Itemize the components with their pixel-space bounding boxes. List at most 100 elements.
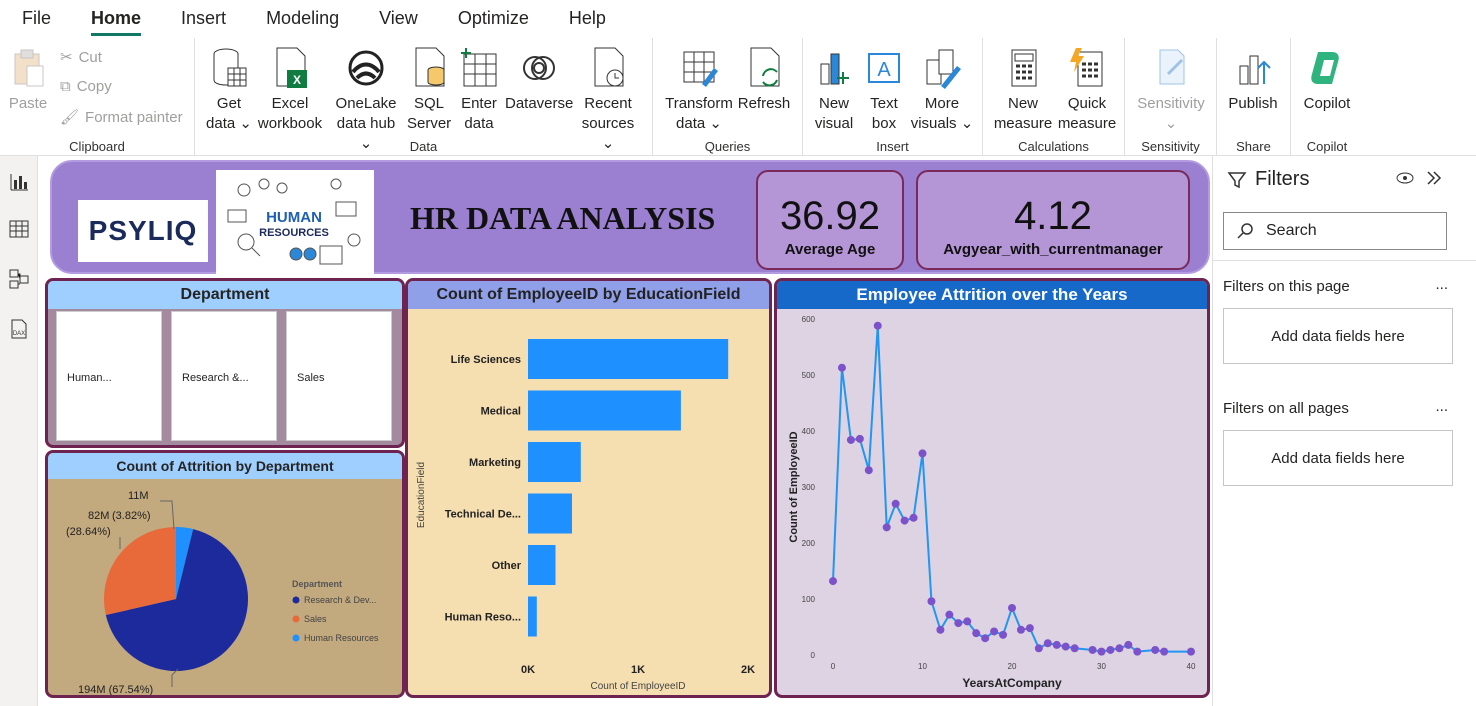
company-logo: PSYLIQ bbox=[78, 200, 208, 262]
kpi-label: Avgyear_with_currentmanager bbox=[943, 241, 1163, 258]
data-point bbox=[864, 466, 873, 475]
filter-icon bbox=[1227, 171, 1247, 188]
copilot-icon bbox=[1311, 52, 1339, 84]
data-point bbox=[1097, 647, 1106, 656]
text-box-button[interactable]: A Text box bbox=[863, 46, 905, 134]
data-point bbox=[1151, 645, 1160, 654]
report-view-icon[interactable] bbox=[8, 170, 30, 192]
enter-data-button[interactable]: Enter data bbox=[457, 46, 501, 134]
menu-help[interactable]: Help bbox=[569, 0, 626, 38]
add-fields-all-drop[interactable]: Add data fields here bbox=[1223, 430, 1453, 486]
kpi-value: 4.12 bbox=[1014, 194, 1092, 238]
hr-image-word-1: HUMAN bbox=[266, 209, 322, 226]
pie-leader-line bbox=[160, 500, 175, 530]
cut-button[interactable]: ✂ Cut bbox=[60, 48, 102, 67]
onelake-button[interactable]: OneLake data hub ⌄ bbox=[333, 46, 399, 154]
bar-category-label: Medical bbox=[481, 406, 521, 418]
menu-modeling[interactable]: Modeling bbox=[266, 0, 359, 38]
more-visuals-button[interactable]: More visuals ⌄ bbox=[909, 46, 975, 134]
attrition-title: Count of Attrition by Department bbox=[48, 453, 402, 479]
bar-chart-icon bbox=[820, 53, 849, 85]
dept-tile-sales[interactable]: Sales bbox=[286, 311, 392, 441]
education-title: Count of EmployeeID by EducationField bbox=[408, 281, 769, 309]
data-point bbox=[981, 634, 990, 643]
sql-server-button[interactable]: SQL Server bbox=[407, 46, 451, 134]
menu-optimize[interactable]: Optimize bbox=[458, 0, 549, 38]
department-title: Department bbox=[48, 281, 402, 309]
insert-group: New visual A Text box More visuals ⌄ Insert bbox=[803, 38, 983, 156]
transform-icon bbox=[683, 51, 718, 87]
kpi-value: 36.92 bbox=[779, 194, 881, 238]
data-point bbox=[918, 449, 927, 458]
data-point bbox=[1124, 640, 1133, 649]
logo-text: PSYLIQ bbox=[88, 215, 198, 246]
add-fields-page-drop[interactable]: Add data fields here bbox=[1223, 308, 1453, 364]
menu-view[interactable]: View bbox=[379, 0, 438, 38]
sensitivity-button[interactable]: Sensitivity ⌄ bbox=[1135, 46, 1207, 134]
x-tick-label: 30 bbox=[1097, 662, 1106, 671]
recent-sources-icon bbox=[594, 47, 624, 87]
transform-data-button[interactable]: Transform data ⌄ bbox=[665, 46, 733, 134]
publish-button[interactable]: Publish bbox=[1227, 46, 1279, 114]
kpi-average-age: 36.92 Average Age bbox=[756, 170, 904, 270]
copilot-button[interactable]: Copilot bbox=[1299, 46, 1355, 114]
legend-title: Department bbox=[292, 579, 342, 589]
table-icon bbox=[461, 48, 497, 87]
data-point bbox=[1016, 625, 1025, 634]
x-tick-label: 2K bbox=[741, 664, 755, 676]
menu-file[interactable]: File bbox=[22, 0, 71, 38]
hr-image-word-2: RESOURCES bbox=[259, 227, 329, 239]
publish-icon bbox=[1239, 55, 1271, 85]
menu-insert[interactable]: Insert bbox=[181, 0, 246, 38]
paste-button[interactable]: Paste bbox=[8, 46, 48, 114]
calculator-icon bbox=[1011, 49, 1037, 87]
legend-marker bbox=[292, 596, 300, 604]
data-point bbox=[1034, 644, 1043, 653]
data-point bbox=[891, 499, 900, 508]
model-view-icon[interactable] bbox=[8, 268, 30, 290]
x-tick-label: 20 bbox=[1008, 662, 1017, 671]
dept-tile-human[interactable]: Human... bbox=[56, 311, 162, 441]
data-point bbox=[945, 610, 954, 619]
quick-measure-button[interactable]: Quick measure bbox=[1055, 46, 1119, 134]
more-options-icon[interactable]: ... bbox=[1435, 398, 1448, 415]
quick-measure-icon bbox=[1070, 48, 1103, 87]
sql-server-icon bbox=[415, 47, 445, 87]
legend-label: Research & Dev... bbox=[304, 595, 376, 605]
table-view-icon[interactable] bbox=[8, 218, 30, 240]
more-options-icon[interactable]: ... bbox=[1435, 276, 1448, 293]
ribbon: Paste ✂ Cut ⧉ Copy 🖌 Format painter Clipboa… bbox=[0, 38, 1476, 156]
data-point bbox=[1061, 642, 1070, 651]
recent-sources-button[interactable]: Recent sources ⌄ bbox=[575, 46, 641, 154]
pie-data-label: 194M (67.54%) bbox=[78, 684, 153, 695]
new-visual-button[interactable]: New visual bbox=[811, 46, 857, 134]
y-tick-label: 600 bbox=[802, 315, 816, 324]
data-point bbox=[1133, 647, 1142, 656]
svg-text:A: A bbox=[877, 59, 891, 81]
copy-button[interactable]: ⧉ Copy bbox=[60, 78, 112, 95]
divider bbox=[1213, 260, 1476, 261]
bar-category-label: Marketing bbox=[469, 457, 521, 469]
legend-marker bbox=[292, 615, 300, 623]
dept-tile-research[interactable]: Research &... bbox=[171, 311, 277, 441]
get-data-button[interactable]: Get data ⌄ bbox=[205, 46, 253, 134]
dataverse-button[interactable]: Dataverse bbox=[505, 46, 573, 114]
refresh-button[interactable]: Refresh bbox=[735, 46, 793, 114]
collapse-pane-icon[interactable] bbox=[1425, 170, 1443, 186]
excel-workbook-button[interactable]: X Excel workbook bbox=[257, 46, 323, 134]
svg-text:DAX: DAX bbox=[13, 331, 25, 337]
menu-home[interactable]: Home bbox=[91, 0, 161, 38]
data-point bbox=[1187, 647, 1195, 656]
search-icon bbox=[1237, 223, 1253, 239]
insert-label: Insert bbox=[876, 139, 909, 154]
data-point bbox=[846, 435, 855, 444]
new-measure-button[interactable]: New measure bbox=[991, 46, 1055, 134]
hr-image: HUMAN RESOURCES bbox=[216, 170, 374, 274]
dax-query-icon[interactable]: DAX bbox=[8, 318, 30, 340]
format-painter-button[interactable]: 🖌 Format painter bbox=[60, 108, 183, 127]
search-placeholder: Search bbox=[1266, 222, 1317, 239]
filters-search-input[interactable]: Search bbox=[1223, 212, 1447, 250]
excel-icon: X bbox=[276, 47, 307, 88]
eye-icon[interactable] bbox=[1395, 170, 1415, 186]
data-point bbox=[972, 629, 981, 638]
